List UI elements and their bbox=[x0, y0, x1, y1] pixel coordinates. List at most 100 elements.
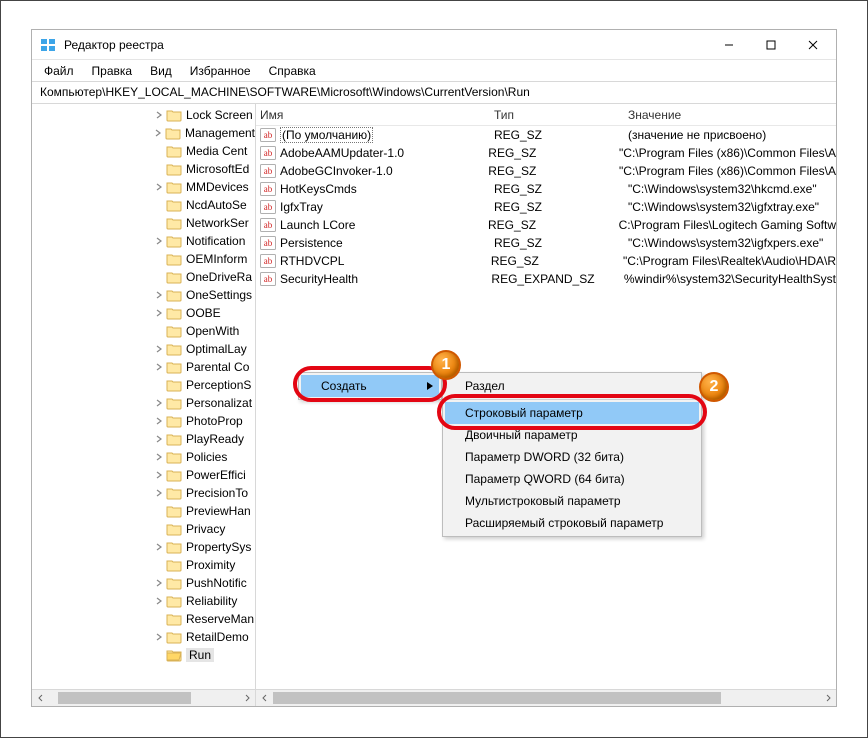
scroll-left-icon[interactable] bbox=[32, 690, 49, 706]
expander-icon[interactable] bbox=[151, 129, 165, 137]
ctx-submenu-item[interactable]: Расширяемый строковый параметр bbox=[445, 512, 699, 534]
tree-item[interactable]: Parental Co bbox=[32, 358, 255, 376]
ctx-submenu-item[interactable]: Раздел bbox=[445, 375, 699, 397]
tree-item[interactable]: PhotoProp bbox=[32, 412, 255, 430]
expander-icon[interactable] bbox=[152, 579, 166, 587]
tree-item[interactable]: MicrosoftEd bbox=[32, 160, 255, 178]
expander-icon[interactable] bbox=[152, 453, 166, 461]
ctx-submenu-item[interactable]: Двоичный параметр bbox=[445, 424, 699, 446]
menu-fav[interactable]: Избранное bbox=[182, 62, 259, 80]
tree-item[interactable]: OptimalLay bbox=[32, 340, 255, 358]
tree-item[interactable]: Lock Screen bbox=[32, 106, 255, 124]
tree-item-label: Policies bbox=[186, 450, 227, 464]
tree-item[interactable]: NcdAutoSe bbox=[32, 196, 255, 214]
tree-item[interactable]: Run bbox=[32, 646, 255, 664]
list-row[interactable]: abAdobeGCInvoker-1.0REG_SZ"C:\Program Fi… bbox=[256, 162, 836, 180]
expander-icon[interactable] bbox=[152, 291, 166, 299]
scroll-thumb[interactable] bbox=[58, 692, 190, 704]
tree-item[interactable]: Personalizat bbox=[32, 394, 255, 412]
expander-icon[interactable] bbox=[152, 435, 166, 443]
expander-icon[interactable] bbox=[152, 309, 166, 317]
tree-item[interactable]: PerceptionS bbox=[32, 376, 255, 394]
tree-item[interactable]: OneDriveRa bbox=[32, 268, 255, 286]
tree-item[interactable]: RetailDemo bbox=[32, 628, 255, 646]
ctx-submenu-item[interactable]: Параметр QWORD (64 бита) bbox=[445, 468, 699, 490]
scroll-track[interactable] bbox=[273, 690, 819, 706]
tree-hscrollbar[interactable] bbox=[32, 689, 255, 706]
scroll-thumb[interactable] bbox=[273, 692, 721, 704]
list-row[interactable]: abRTHDVCPLREG_SZ"C:\Program Files\Realte… bbox=[256, 252, 836, 270]
value-type: REG_SZ bbox=[491, 254, 623, 268]
list-row[interactable]: abLaunch LCoreREG_SZC:\Program Files\Log… bbox=[256, 216, 836, 234]
menu-file[interactable]: Файл bbox=[36, 62, 82, 80]
list-hscrollbar[interactable] bbox=[256, 689, 836, 706]
tree-item[interactable]: PrecisionTo bbox=[32, 484, 255, 502]
expander-icon[interactable] bbox=[152, 597, 166, 605]
ctx-create-label: Создать bbox=[321, 379, 367, 393]
menu-view[interactable]: Вид bbox=[142, 62, 180, 80]
string-value-icon: ab bbox=[260, 254, 276, 268]
value-name: Persistence bbox=[280, 236, 343, 250]
col-header-name[interactable]: Имя bbox=[260, 108, 494, 122]
folder-icon bbox=[166, 540, 182, 554]
maximize-button[interactable] bbox=[750, 30, 792, 59]
tree-item[interactable]: Media Cent bbox=[32, 142, 255, 160]
value-name: AdobeGCInvoker-1.0 bbox=[280, 164, 393, 178]
tree-item[interactable]: PowerEffici bbox=[32, 466, 255, 484]
tree-item[interactable]: OneSettings bbox=[32, 286, 255, 304]
value-data: "C:\Windows\system32\hkcmd.exe" bbox=[628, 182, 836, 196]
tree-item[interactable]: MMDevices bbox=[32, 178, 255, 196]
tree-item[interactable]: Privacy bbox=[32, 520, 255, 538]
list-row[interactable]: abSecurityHealthREG_EXPAND_SZ%windir%\sy… bbox=[256, 270, 836, 288]
tree-item[interactable]: Management bbox=[32, 124, 255, 142]
scroll-track[interactable] bbox=[49, 690, 238, 706]
list-row[interactable]: abAdobeAAMUpdater-1.0REG_SZ"C:\Program F… bbox=[256, 144, 836, 162]
expander-icon[interactable] bbox=[152, 471, 166, 479]
minimize-button[interactable] bbox=[708, 30, 750, 59]
tree-item[interactable]: PreviewHan bbox=[32, 502, 255, 520]
expander-icon[interactable] bbox=[152, 489, 166, 497]
expander-icon[interactable] bbox=[152, 633, 166, 641]
tree-item[interactable]: OOBE bbox=[32, 304, 255, 322]
col-header-data[interactable]: Значение bbox=[628, 108, 836, 122]
tree-item[interactable]: ReserveMan bbox=[32, 610, 255, 628]
expander-icon[interactable] bbox=[152, 363, 166, 371]
tree-item[interactable]: PlayReady bbox=[32, 430, 255, 448]
list-row[interactable]: ab(По умолчанию)REG_SZ(значение не присв… bbox=[256, 126, 836, 144]
tree-item[interactable]: Proximity bbox=[32, 556, 255, 574]
ctx-create[interactable]: Создать bbox=[301, 375, 439, 397]
ctx-submenu-item[interactable]: Параметр DWORD (32 бита) bbox=[445, 446, 699, 468]
tree-item[interactable]: NetworkSer bbox=[32, 214, 255, 232]
scroll-right-icon[interactable] bbox=[819, 690, 836, 706]
tree-item-label: PlayReady bbox=[186, 432, 244, 446]
expander-icon[interactable] bbox=[152, 345, 166, 353]
tree-item[interactable]: PropertySys bbox=[32, 538, 255, 556]
ctx-submenu-item[interactable]: Мультистроковый параметр bbox=[445, 490, 699, 512]
tree-item[interactable]: PushNotific bbox=[32, 574, 255, 592]
scroll-right-icon[interactable] bbox=[238, 690, 255, 706]
expander-icon[interactable] bbox=[152, 399, 166, 407]
tree-item-label: OneDriveRa bbox=[186, 270, 252, 284]
tree-scroll[interactable]: Lock ScreenManagementMedia CentMicrosoft… bbox=[32, 104, 255, 689]
addressbar[interactable]: Компьютер\HKEY_LOCAL_MACHINE\SOFTWARE\Mi… bbox=[32, 82, 836, 104]
tree-item[interactable]: OEMInform bbox=[32, 250, 255, 268]
tree-item[interactable]: Reliability bbox=[32, 592, 255, 610]
menu-edit[interactable]: Правка bbox=[84, 62, 141, 80]
scroll-left-icon[interactable] bbox=[256, 690, 273, 706]
tree-item[interactable]: Notification bbox=[32, 232, 255, 250]
close-button[interactable] bbox=[792, 30, 834, 59]
col-header-type[interactable]: Тип bbox=[494, 108, 628, 122]
svg-text:ab: ab bbox=[264, 166, 273, 176]
list-row[interactable]: abIgfxTrayREG_SZ"C:\Windows\system32\igf… bbox=[256, 198, 836, 216]
expander-icon[interactable] bbox=[152, 183, 166, 191]
expander-icon[interactable] bbox=[152, 417, 166, 425]
list-row[interactable]: abPersistenceREG_SZ"C:\Windows\system32\… bbox=[256, 234, 836, 252]
menu-help[interactable]: Справка bbox=[261, 62, 324, 80]
ctx-submenu-item[interactable]: Строковый параметр bbox=[445, 402, 699, 424]
expander-icon[interactable] bbox=[152, 237, 166, 245]
expander-icon[interactable] bbox=[152, 111, 166, 119]
tree-item[interactable]: OpenWith bbox=[32, 322, 255, 340]
expander-icon[interactable] bbox=[152, 543, 166, 551]
tree-item[interactable]: Policies bbox=[32, 448, 255, 466]
list-row[interactable]: abHotKeysCmdsREG_SZ"C:\Windows\system32\… bbox=[256, 180, 836, 198]
